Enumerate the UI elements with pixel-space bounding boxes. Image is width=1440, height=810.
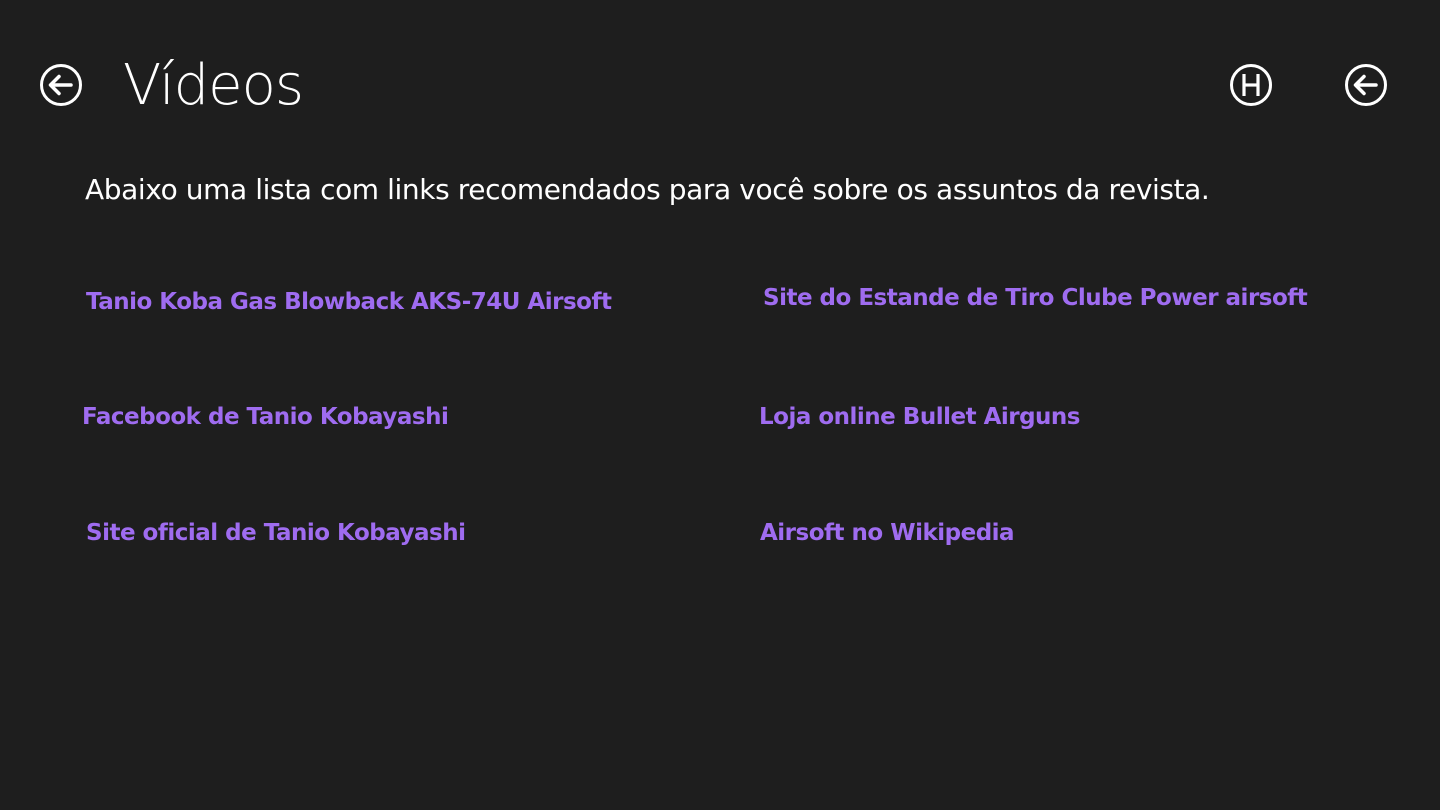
arrow-left-circle-icon xyxy=(40,64,82,106)
link-facebook-tanio[interactable]: Facebook de Tanio Kobayashi xyxy=(82,401,449,433)
exit-button[interactable] xyxy=(1344,63,1388,107)
link-airsoft-wikipedia[interactable]: Airsoft no Wikipedia xyxy=(760,517,1015,549)
link-bullet-airguns[interactable]: Loja online Bullet Airguns xyxy=(759,401,1081,433)
arrow-left-circle-icon xyxy=(1345,64,1387,106)
link-estande-tiro[interactable]: Site do Estande de Tiro Clube Power airs… xyxy=(763,282,1308,314)
h-circle-icon xyxy=(1230,64,1272,106)
home-button[interactable] xyxy=(1229,63,1273,107)
link-aks74u[interactable]: Tanio Koba Gas Blowback AKS-74U Airsoft xyxy=(86,286,612,318)
intro-text: Abaixo uma lista com links recomendados … xyxy=(85,173,1210,206)
back-button[interactable] xyxy=(39,63,83,107)
page-title: Vídeos xyxy=(123,53,304,118)
link-site-oficial-tanio[interactable]: Site oficial de Tanio Kobayashi xyxy=(86,517,466,549)
page: Vídeos Abaixo uma lista com links recome… xyxy=(0,0,1440,810)
